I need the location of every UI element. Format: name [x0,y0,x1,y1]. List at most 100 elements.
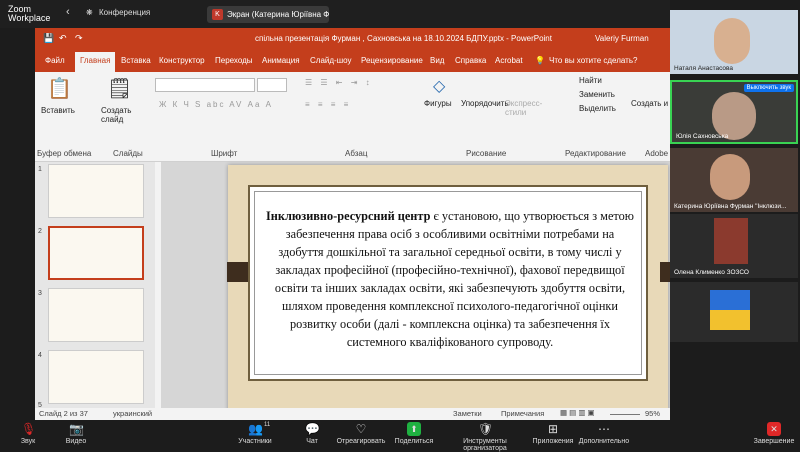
video-button[interactable]: 📷 Видео [62,422,90,445]
conference-label[interactable]: Конференция [99,8,150,17]
slide-content-box: Інклюзивно-ресурсний центр є установою, … [248,185,648,381]
share-avatar-icon: K [212,9,223,20]
ppt-status-bar: Слайд 2 из 37 украинский Заметки Примеча… [35,408,670,420]
document-title: спільна презентація Фурман , Сахновська … [255,34,552,43]
slide-thumbnail[interactable] [48,350,144,404]
quick-styles-button[interactable]: Экспресс-стили [505,99,545,117]
tell-me-search[interactable]: Что вы хотите сделать? [549,56,637,65]
ribbon-tabs: Файл Главная Вставка Конструктор Переход… [35,50,670,72]
zoom-level[interactable]: 95% [645,409,660,418]
participant-video-tile-active[interactable]: Выключить звук Юлія Сахновська [670,80,798,144]
paste-button[interactable]: Вставить [41,106,75,115]
slide-thumbnail[interactable] [48,164,144,218]
align-buttons[interactable]: ≡ ≡ ≡ ≡ [305,100,351,109]
paste-icon[interactable]: 📋 [47,76,72,101]
thumb-number: 4 [38,352,42,359]
paragraph-group-label: Абзац [345,149,368,158]
font-group-label: Шрифт [211,149,238,158]
find-button[interactable]: Найти [579,76,602,85]
ppt-title-bar: 💾 ↶ ↷ спільна презентація Фурман , Сахно… [35,28,670,50]
ribbon-home: 📋 Вставить 🗒 Создать слайд Буфер обмена … [35,72,670,162]
participant-video-tile[interactable]: Олена Клименко ЗОЗСО [670,214,798,278]
shapes-button[interactable]: Фигуры [424,99,452,108]
notes-button[interactable]: Заметки [453,409,482,418]
chevron-left-icon[interactable]: ‹ [66,6,70,18]
tab-help[interactable]: Справка [455,56,486,65]
shapes-icon[interactable]: ◇ [433,76,445,96]
create-share-button[interactable]: Создать и [631,99,668,108]
new-slide-icon[interactable]: 🗒 [107,76,132,101]
more-button[interactable]: ⋯ Дополнительно [576,422,632,445]
participant-video-tile[interactable]: Катерина Юріївна Фурман "Інклюзи... [670,148,798,212]
participant-face [714,18,750,64]
undo-icon[interactable]: ↶ [59,33,67,44]
tab-insert[interactable]: Вставка [121,56,151,65]
comments-button[interactable]: Примечания [501,409,544,418]
participants-button[interactable]: 👥 11 Участники [236,422,274,445]
slides-group-label: Слайды [113,149,143,158]
flag-yellow [710,310,750,330]
end-call-icon: ✕ [767,422,781,436]
arrange-button[interactable]: Упорядочить [461,99,509,108]
font-size-select[interactable] [257,78,287,92]
heart-icon: ♡ [355,422,367,436]
tab-view[interactable]: Вид [430,56,444,65]
conference-paw-icon: ❋ [86,8,93,17]
participant-name: Олена Клименко ЗОЗСО [674,269,749,276]
tab-design[interactable]: Конструктор [159,56,205,65]
current-slide[interactable]: Інклюзивно-ресурсний центр є установою, … [227,165,670,420]
end-meeting-button[interactable]: ✕ Завершение [752,422,796,445]
participants-icon: 👥 [248,422,263,436]
participant-face [710,154,750,200]
tab-review[interactable]: Рецензирование [361,56,423,65]
slide-editor: Інклюзивно-ресурсний центр є установою, … [161,162,670,420]
participant-video [714,218,748,264]
mute-participant-button[interactable]: Выключить звук [743,84,794,92]
tab-file[interactable]: Файл [45,56,65,65]
powerpoint-window: 💾 ↶ ↷ спільна презентація Фурман , Сахно… [35,28,670,420]
participants-count: 11 [264,422,271,428]
slide-definition: є установою, що утворюється з метою забе… [274,209,634,349]
list-buttons[interactable]: ☰ ☰ ⇤ ⇥ ↕ [305,78,373,87]
share-button[interactable]: ⬆ Поделиться [394,422,434,445]
redo-icon[interactable]: ↷ [75,33,83,44]
drawing-group-label: Рисование [466,149,507,158]
language-indicator[interactable]: украинский [113,409,152,418]
mic-off-icon: 🎙 [21,422,37,436]
slide-thumbnail[interactable] [48,288,144,342]
chat-button[interactable]: 💬 Чат [302,422,322,445]
tab-transitions[interactable]: Переходы [215,56,253,65]
font-family-select[interactable] [155,78,255,92]
adobe-group-label: Adobe [645,149,669,158]
lightbulb-icon: 💡 [535,56,545,65]
save-icon[interactable]: 💾 [43,33,54,44]
participant-video-tile[interactable] [670,282,798,342]
tab-slideshow[interactable]: Слайд-шоу [310,56,351,65]
share-icon: ⬆ [407,422,421,436]
zoom-slider[interactable] [610,414,640,415]
audio-button[interactable]: 🎙 Звук [14,422,42,445]
select-button[interactable]: Выделить [579,104,616,113]
user-name[interactable]: Valeriy Furman [595,34,649,43]
tab-animations[interactable]: Анимация [262,56,300,65]
slide-thumbnail-selected[interactable] [48,226,144,280]
video-off-icon: 📷 [69,422,84,436]
thumb-number: 2 [38,228,42,235]
slide-term: Інклюзивно-ресурсний центр [266,209,431,223]
tab-home[interactable]: Главная [75,52,116,72]
host-tools-button[interactable]: 🛡 Инструменты организатора [442,422,528,452]
apps-button[interactable]: ⊞ Приложения [530,422,576,445]
shield-icon: 🛡 [478,422,494,436]
tab-acrobat[interactable]: Acrobat [495,56,523,65]
new-slide-button[interactable]: Создать слайд [101,106,137,124]
participant-video-tile[interactable]: Наталя Анастасова [670,10,798,74]
slide-body-text[interactable]: Інклюзивно-ресурсний центр є установою, … [264,207,636,351]
slide-counter: Слайд 2 из 37 [39,409,88,418]
replace-button[interactable]: Заменить [579,90,615,99]
screen-share-tab-label: Экран (Катерина Юріївна Фурм [227,10,329,19]
editing-group-label: Редактирование [565,149,626,158]
view-buttons[interactable]: ▦ ▤ ▥ ▣ [560,408,595,417]
react-button[interactable]: ♡ Отреагировать [336,422,386,445]
screen-share-tab[interactable]: K Экран (Катерина Юріївна Фурм [207,6,329,23]
font-format-buttons[interactable]: Ж К Ч S abc AV Аа А [159,100,273,109]
